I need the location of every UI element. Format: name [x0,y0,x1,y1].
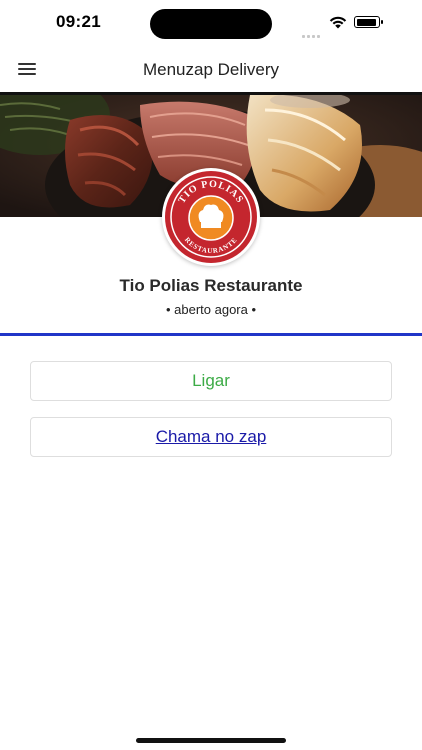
restaurant-logo: TIO POLIAS RESTAURANTE [162,168,260,266]
dynamic-island [150,9,272,39]
open-status: • aberto agora • [165,302,257,317]
signal-icon [302,20,324,38]
header-title: Menuzap Delivery [142,60,280,79]
clock: 09:21 [56,12,101,31]
call-button[interactable]: Ligar [30,361,392,401]
home-indicator [136,738,286,743]
whatsapp-link[interactable]: Chama no zap [30,417,392,457]
wifi-icon [329,16,347,29]
restaurant-name: Tio Polias Restaurante [119,276,303,295]
app-header: Menuzap Delivery [0,48,422,92]
section-divider [0,333,422,336]
battery-icon [354,16,383,28]
status-bar: 09:21 [0,0,422,46]
logo-emblem: TIO POLIAS RESTAURANTE [165,171,257,263]
